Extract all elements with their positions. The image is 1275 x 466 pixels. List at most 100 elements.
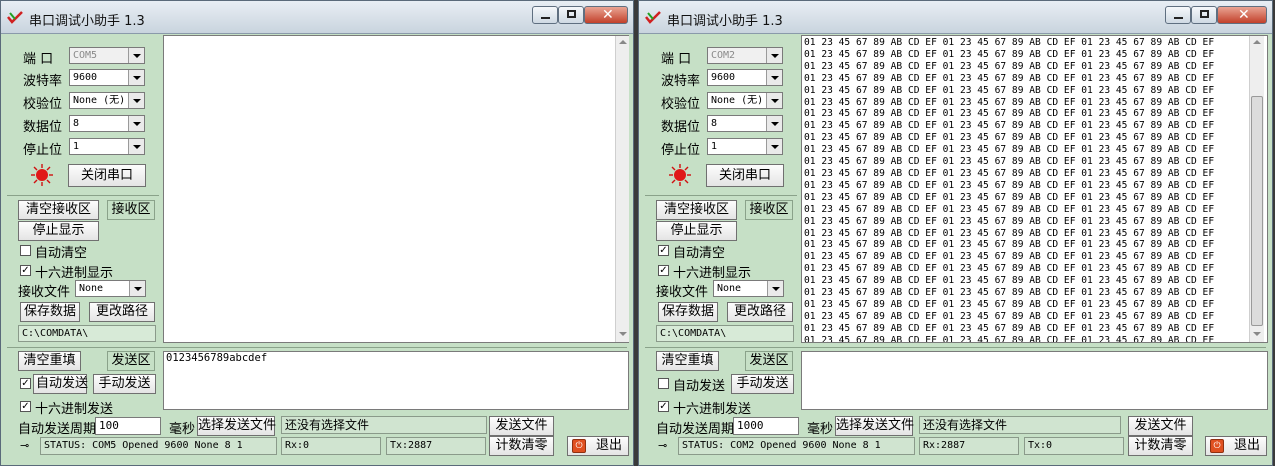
tx-counter: Tx:2887 (386, 437, 486, 455)
baud-label: 波特率 (661, 74, 701, 89)
maximize-button[interactable] (1191, 6, 1217, 24)
rx-scrollbar[interactable] (615, 36, 629, 342)
maximize-button[interactable] (558, 6, 584, 24)
scroll-down-icon[interactable] (619, 332, 627, 336)
divider (645, 347, 1266, 348)
clear-refill-button[interactable]: 清空重填 (18, 351, 81, 371)
databits-select[interactable]: 8 (707, 115, 783, 132)
app-icon (7, 11, 23, 24)
rx-area-label: 接收区 (745, 200, 793, 220)
rx-textarea[interactable]: 01 23 45 67 89 AB CD EF 01 23 45 67 89 A… (801, 35, 1268, 343)
title-bar[interactable]: 串口调试小助手 1.3 ✕ (1, 1, 633, 34)
chevron-down-icon (767, 281, 783, 296)
minimize-button[interactable] (1165, 6, 1191, 24)
stop-display-button[interactable]: 停止显示 (18, 221, 99, 241)
port-label: 端 口 (23, 52, 54, 67)
rx-file-select[interactable]: None (713, 280, 784, 297)
manual-send-button[interactable]: 手动发送 (731, 374, 794, 394)
scroll-up-icon[interactable] (619, 40, 627, 44)
window-left: 串口调试小助手 1.3 ✕ 端 口 COM5 波特率 9600 校验位 None… (0, 0, 634, 466)
parity-label: 校验位 (661, 97, 701, 112)
clear-refill-button[interactable]: 清空重填 (656, 351, 719, 371)
exit-button[interactable]: ⏻ 退出 (567, 436, 629, 456)
port-select[interactable]: COM2 (707, 47, 783, 64)
client-area: 端 口 COM5 波特率 9600 校验位 None (无) 数据位 8 停止位… (7, 33, 629, 461)
minimize-button[interactable] (532, 6, 558, 24)
title-bar[interactable]: 串口调试小助手 1.3 ✕ (639, 1, 1272, 34)
hex-send-checkbox[interactable]: ✓ (20, 401, 31, 412)
chevron-down-icon (128, 116, 144, 131)
period-input[interactable]: 1000 (733, 417, 799, 435)
rx-scrollbar[interactable] (1249, 36, 1264, 342)
period-input[interactable]: 100 (95, 417, 161, 435)
baud-label: 波特率 (23, 74, 63, 89)
baud-select[interactable]: 9600 (69, 69, 145, 86)
change-path-button[interactable]: 更改路径 (89, 302, 155, 322)
auto-send-label: 自动发送 (673, 379, 726, 394)
selected-file-display: 还没有选择文件 (281, 416, 487, 434)
chevron-down-icon (128, 139, 144, 154)
close-port-button[interactable]: 关闭串口 (706, 164, 784, 187)
pin-icon[interactable]: ⊸ (20, 440, 34, 452)
close-button[interactable]: ✕ (1217, 6, 1267, 24)
hex-display-checkbox[interactable]: ✓ (658, 265, 669, 276)
databits-select[interactable]: 8 (69, 115, 145, 132)
period-label: 自动发送周期 (656, 422, 735, 437)
scroll-down-icon[interactable] (1253, 332, 1261, 336)
hex-display-checkbox[interactable]: ✓ (20, 265, 31, 276)
exit-icon: ⏻ (572, 439, 586, 453)
select-file-button[interactable]: 选择发送文件 (835, 416, 914, 436)
save-path: C:\COMDATA\ (18, 325, 156, 342)
auto-clear-label: 自动清空 (673, 246, 726, 261)
exit-button[interactable]: ⏻ 退出 (1205, 436, 1267, 456)
hex-send-checkbox[interactable]: ✓ (658, 401, 669, 412)
chevron-down-icon (128, 48, 144, 63)
window-title: 串口调试小助手 1.3 (29, 14, 145, 29)
chevron-down-icon (128, 70, 144, 85)
tx-textarea[interactable] (801, 351, 1268, 410)
status-text: STATUS: COM5 Opened 9600 None 8 1 (40, 437, 277, 455)
reset-count-button[interactable]: 计数清零 (1128, 436, 1193, 456)
scroll-thumb[interactable] (1251, 96, 1263, 326)
reset-count-button[interactable]: 计数清零 (489, 436, 554, 456)
period-label: 自动发送周期 (18, 422, 97, 437)
close-button[interactable]: ✕ (584, 6, 628, 24)
pin-icon[interactable]: ⊸ (658, 440, 672, 452)
divider (7, 347, 627, 348)
parity-select[interactable]: None (无) (707, 92, 783, 109)
rx-file-select[interactable]: None (75, 280, 146, 297)
save-data-button[interactable]: 保存数据 (658, 302, 718, 322)
window-right: 串口调试小助手 1.3 ✕ 端 口 COM2 波特率 9600 校验位 None… (638, 0, 1273, 466)
close-port-button[interactable]: 关闭串口 (68, 164, 146, 187)
window-title: 串口调试小助手 1.3 (667, 14, 783, 29)
stop-display-button[interactable]: 停止显示 (656, 221, 737, 241)
save-data-button[interactable]: 保存数据 (20, 302, 80, 322)
period-unit: 毫秒 (169, 422, 196, 437)
port-select[interactable]: COM5 (69, 47, 145, 64)
baud-select[interactable]: 9600 (707, 69, 783, 86)
select-file-button[interactable]: 选择发送文件 (197, 416, 276, 436)
stopbits-select[interactable]: 1 (707, 138, 783, 155)
parity-select[interactable]: None (无) (69, 92, 145, 109)
auto-send-checkbox[interactable] (658, 378, 669, 389)
tx-area-label: 发送区 (107, 351, 155, 371)
chevron-down-icon (128, 93, 144, 108)
clear-rx-button[interactable]: 清空接收区 (18, 200, 99, 220)
send-file-button[interactable]: 发送文件 (489, 416, 554, 436)
hex-send-label: 十六进制发送 (673, 402, 752, 417)
hex-display-label: 十六进制显示 (35, 266, 114, 281)
auto-send-checkbox[interactable]: ✓ (20, 378, 31, 389)
send-file-button[interactable]: 发送文件 (1128, 416, 1193, 436)
tx-textarea[interactable]: 0123456789abcdef (163, 351, 629, 410)
change-path-button[interactable]: 更改路径 (727, 302, 793, 322)
status-text: STATUS: COM2 Opened 9600 None 8 1 (678, 437, 915, 455)
clear-rx-button[interactable]: 清空接收区 (656, 200, 737, 220)
auto-clear-checkbox[interactable] (20, 245, 31, 256)
stopbits-select[interactable]: 1 (69, 138, 145, 155)
scroll-up-icon[interactable] (1253, 40, 1261, 44)
rx-textarea[interactable] (163, 35, 629, 343)
auto-clear-checkbox[interactable]: ✓ (658, 245, 669, 256)
chevron-down-icon (766, 93, 782, 108)
exit-label: 退出 (596, 438, 623, 453)
manual-send-button[interactable]: 手动发送 (93, 374, 156, 394)
